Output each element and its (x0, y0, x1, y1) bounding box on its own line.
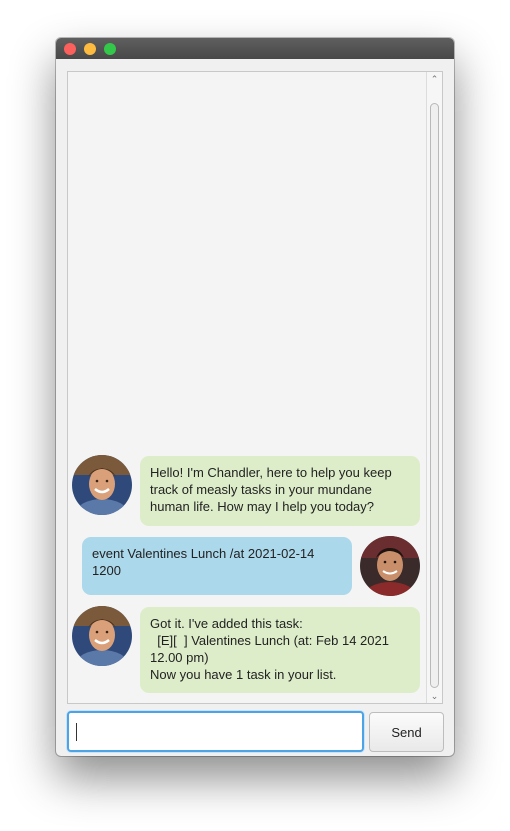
user-message-bubble: event Valentines Lunch /at 2021-02-14 12… (82, 537, 352, 595)
vertical-scrollbar[interactable]: ⌃ ⌄ (426, 72, 442, 703)
close-window-button[interactable] (64, 43, 76, 55)
maximize-window-button[interactable] (104, 43, 116, 55)
title-bar (56, 38, 454, 59)
joey-avatar (360, 536, 420, 596)
bot-message-bubble: Got it. I've added this task: [E][ ] Val… (140, 607, 420, 693)
chandler-avatar (72, 606, 132, 666)
app-window: Hello! I'm Chandler, here to help you ke… (56, 38, 454, 756)
text-caret (76, 723, 77, 741)
dialog-scroll-pane[interactable]: Hello! I'm Chandler, here to help you ke… (67, 71, 443, 704)
scroll-down-arrow-icon[interactable]: ⌄ (427, 689, 442, 703)
minimize-window-button[interactable] (84, 43, 96, 55)
bot-message-bubble: Hello! I'm Chandler, here to help you ke… (140, 456, 420, 526)
scroll-up-arrow-icon[interactable]: ⌃ (427, 72, 442, 86)
send-button[interactable]: Send (369, 712, 444, 752)
message-input[interactable] (67, 711, 364, 752)
chandler-avatar (72, 455, 132, 515)
scrollbar-thumb[interactable] (430, 103, 439, 688)
